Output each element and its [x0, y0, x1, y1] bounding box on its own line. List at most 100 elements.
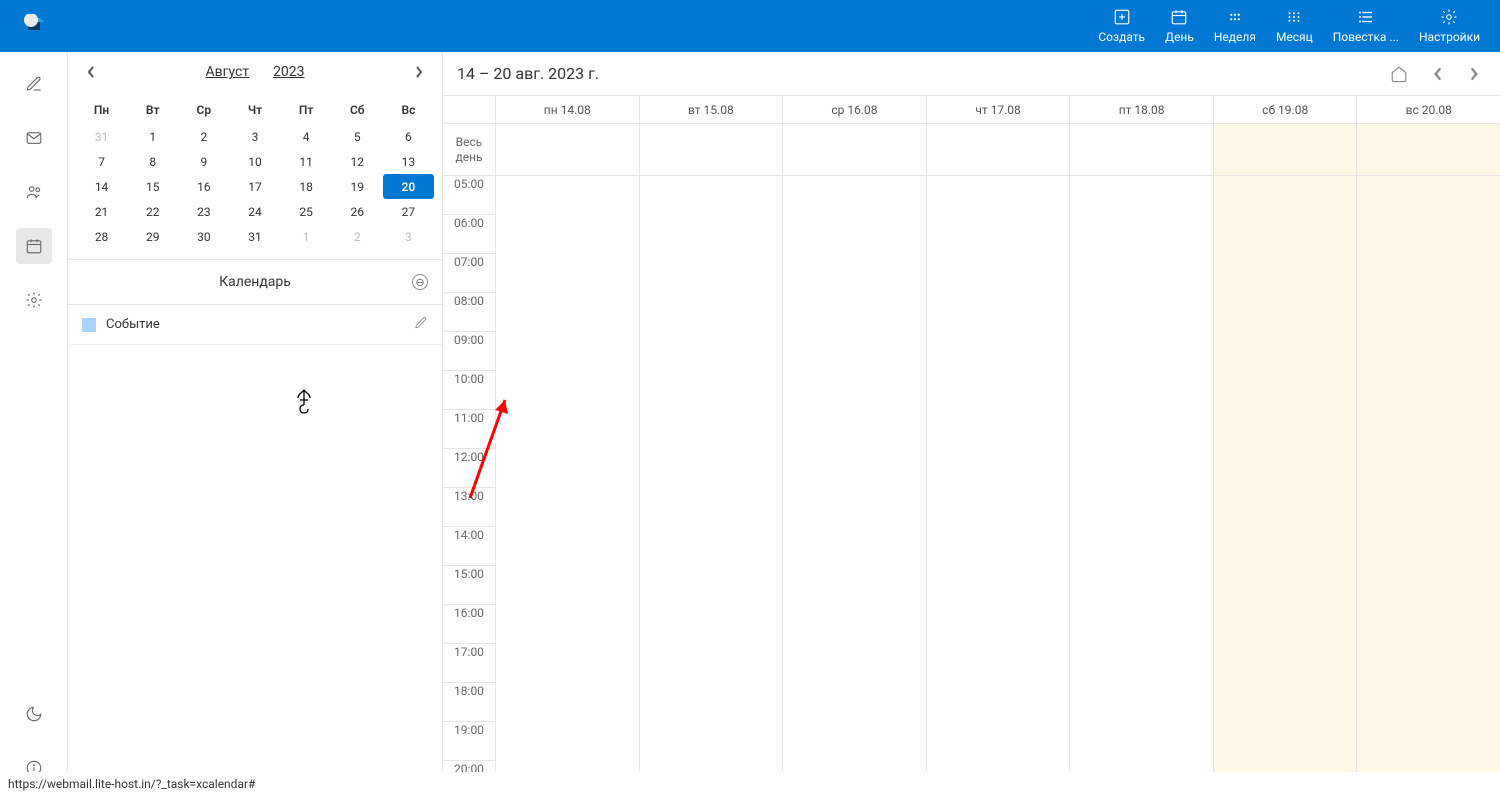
mini-day[interactable]: 20 [383, 174, 434, 199]
create-label: Создать [1098, 30, 1145, 44]
mini-day[interactable]: 7 [76, 149, 127, 174]
hour-label: 17:00 [443, 644, 495, 683]
mini-day[interactable]: 10 [229, 149, 280, 174]
mini-day[interactable]: 25 [281, 199, 332, 224]
allday-cell[interactable] [639, 124, 783, 175]
view-day-button[interactable]: День [1155, 2, 1204, 50]
mini-day[interactable]: 2 [332, 224, 383, 249]
mini-day[interactable]: 8 [127, 149, 178, 174]
view-agenda-button[interactable]: Повестка ... [1323, 2, 1409, 50]
mini-day[interactable]: 26 [332, 199, 383, 224]
date-range: 14 – 20 авг. 2023 г. [457, 64, 599, 83]
month-label: Месяц [1276, 30, 1313, 44]
mini-day[interactable]: 6 [383, 124, 434, 149]
rail-mail[interactable] [16, 120, 52, 156]
mini-day[interactable]: 19 [332, 174, 383, 199]
view-week-button[interactable]: Неделя [1204, 2, 1266, 50]
mini-day[interactable]: 3 [383, 224, 434, 249]
nav-prev[interactable] [1432, 66, 1444, 82]
mini-day[interactable]: 9 [178, 149, 229, 174]
nav-today[interactable] [1390, 65, 1408, 83]
mini-next[interactable] [410, 63, 428, 81]
allday-cell[interactable] [1213, 124, 1357, 175]
app-logo [0, 14, 68, 38]
mini-day[interactable]: 1 [127, 124, 178, 149]
settings-label: Настройки [1419, 30, 1480, 44]
calendars-collapse-icon[interactable]: ⊖ [412, 274, 428, 290]
hour-label: 12:00 [443, 449, 495, 488]
time-grid[interactable]: 05:0006:0007:0008:0009:0010:0011:0012:00… [443, 176, 1500, 800]
grid-day-column[interactable] [495, 176, 639, 800]
view-month-button[interactable]: Месяц [1266, 2, 1323, 50]
allday-cell[interactable] [926, 124, 1070, 175]
hour-label: 05:00 [443, 176, 495, 215]
mini-year[interactable]: 2023 [273, 64, 304, 80]
mini-day[interactable]: 28 [76, 224, 127, 249]
mini-day[interactable]: 14 [76, 174, 127, 199]
mini-month[interactable]: Август [205, 64, 249, 80]
settings-button[interactable]: Настройки [1409, 2, 1490, 50]
day-header[interactable]: пт 18.08 [1069, 96, 1213, 123]
allday-row: Весь день [443, 124, 1500, 176]
calendar-swatch [82, 318, 96, 332]
nav-next[interactable] [1468, 66, 1480, 82]
mini-day[interactable]: 18 [281, 174, 332, 199]
day-header[interactable]: ср 16.08 [782, 96, 926, 123]
mini-day[interactable]: 31 [76, 124, 127, 149]
mini-day[interactable]: 5 [332, 124, 383, 149]
rail-theme-icon[interactable] [16, 696, 52, 732]
mini-day[interactable]: 3 [229, 124, 280, 149]
mini-day[interactable]: 12 [332, 149, 383, 174]
mini-cal-header: Август 2023 [68, 52, 442, 92]
mini-weekday: Ср [178, 96, 229, 124]
allday-label: Весь день [443, 124, 495, 175]
mini-day[interactable]: 30 [178, 224, 229, 249]
grid-day-column[interactable] [1069, 176, 1213, 800]
mini-day[interactable]: 31 [229, 224, 280, 249]
day-header[interactable]: вт 15.08 [639, 96, 783, 123]
mini-day[interactable]: 15 [127, 174, 178, 199]
rail-contacts[interactable] [16, 174, 52, 210]
grid-day-column[interactable] [926, 176, 1070, 800]
grid-day-column[interactable] [1213, 176, 1357, 800]
mini-day[interactable]: 24 [229, 199, 280, 224]
calendars-title: Календарь [219, 274, 291, 290]
mini-day[interactable]: 13 [383, 149, 434, 174]
hour-label: 11:00 [443, 410, 495, 449]
mini-day[interactable]: 2 [178, 124, 229, 149]
mini-day[interactable]: 11 [281, 149, 332, 174]
mini-day[interactable]: 4 [281, 124, 332, 149]
allday-cell[interactable] [495, 124, 639, 175]
day-header[interactable]: чт 17.08 [926, 96, 1070, 123]
allday-cell[interactable] [782, 124, 926, 175]
topbar: Создать День Неделя Месяц Повестка ... Н… [0, 0, 1500, 52]
mini-prev[interactable] [82, 63, 100, 81]
allday-cell[interactable] [1356, 124, 1500, 175]
day-header[interactable]: вс 20.08 [1356, 96, 1500, 123]
mini-day[interactable]: 1 [281, 224, 332, 249]
sidebar: Август 2023 ПнВтСрЧтПтСбВс 3112345678910… [68, 52, 443, 772]
calendar-item[interactable]: Событие [68, 305, 442, 345]
grid-day-column[interactable] [1356, 176, 1500, 800]
grid-day-column[interactable] [639, 176, 783, 800]
allday-cell[interactable] [1069, 124, 1213, 175]
day-header[interactable]: пн 14.08 [495, 96, 639, 123]
day-header[interactable]: сб 19.08 [1213, 96, 1357, 123]
mini-day[interactable]: 16 [178, 174, 229, 199]
rail-settings[interactable] [16, 282, 52, 318]
grid-day-column[interactable] [782, 176, 926, 800]
create-button[interactable]: Создать [1088, 2, 1155, 50]
mini-day[interactable]: 23 [178, 199, 229, 224]
rail-calendar[interactable] [16, 228, 52, 264]
mini-day[interactable]: 17 [229, 174, 280, 199]
mini-day[interactable]: 27 [383, 199, 434, 224]
main-header: 14 – 20 авг. 2023 г. [443, 52, 1500, 96]
hour-label: 16:00 [443, 605, 495, 644]
hour-label: 08:00 [443, 293, 495, 332]
mini-day[interactable]: 29 [127, 224, 178, 249]
mini-weekday: Пт [281, 96, 332, 124]
mini-day[interactable]: 21 [76, 199, 127, 224]
rail-compose[interactable] [16, 66, 52, 102]
mini-day[interactable]: 22 [127, 199, 178, 224]
edit-calendar-icon[interactable] [414, 316, 428, 334]
